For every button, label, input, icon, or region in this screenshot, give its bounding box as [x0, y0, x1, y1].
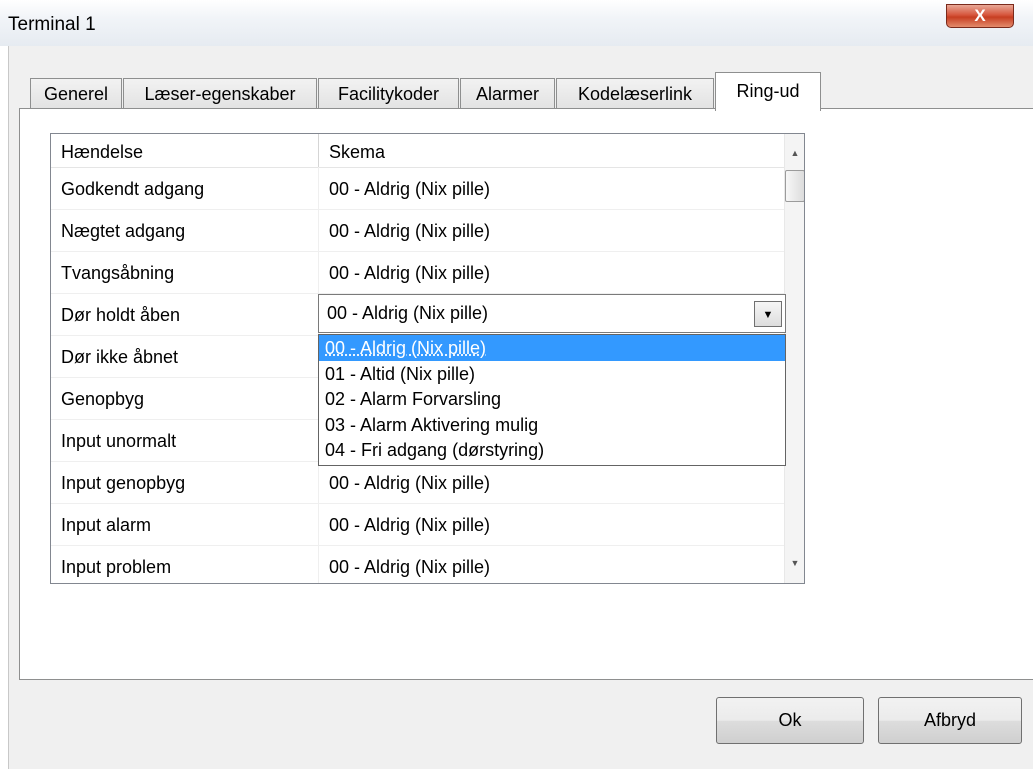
event-cell: Dør ikke åbnet	[51, 335, 319, 377]
table-row[interactable]: Tvangsåbning 00 - Aldrig (Nix pille)	[51, 251, 784, 294]
event-cell: Input genopbyg	[51, 461, 319, 503]
tab-label: Kodelæserlink	[577, 84, 693, 104]
dropdown-option[interactable]: 02 - Alarm Forvarsling	[319, 386, 785, 412]
tab-kodelaeserlink[interactable]: Kodelæserlink	[556, 78, 714, 108]
schedule-cell[interactable]: 00 - Aldrig (Nix pille)	[319, 251, 784, 293]
table-row[interactable]: Godkendt adgang 00 - Aldrig (Nix pille)	[51, 167, 784, 210]
schedule-cell[interactable]: 00 - Aldrig (Nix pille)	[319, 209, 784, 251]
table-row[interactable]: Nægtet adgang 00 - Aldrig (Nix pille)	[51, 209, 784, 252]
dropdown-option[interactable]: 03 - Alarm Aktivering mulig	[319, 412, 785, 438]
tab-laeser-egenskaber[interactable]: Læser-egenskaber	[123, 78, 317, 108]
tab-label: Facilitykoder	[337, 84, 440, 104]
cancel-button[interactable]: Afbryd	[878, 697, 1022, 744]
event-cell: Tvangsåbning	[51, 251, 319, 293]
tab-label: Generel	[43, 84, 109, 104]
close-icon: X	[974, 6, 986, 25]
combobox-value: 00 - Aldrig (Nix pille)	[327, 303, 489, 323]
column-header-schedule[interactable]: Skema	[319, 134, 784, 167]
scroll-down-icon[interactable]: ▼	[785, 552, 804, 574]
dropdown-option[interactable]: 01 - Altid (Nix pille)	[319, 361, 785, 387]
window-left-border	[0, 46, 9, 769]
tab-generel[interactable]: Generel	[30, 78, 122, 108]
dropdown-option[interactable]: 00 - Aldrig (Nix pille)	[319, 335, 785, 361]
schedule-cell[interactable]: 00 - Aldrig (Nix pille)	[319, 545, 784, 583]
event-cell: Nægtet adgang	[51, 209, 319, 251]
event-cell: Input unormalt	[51, 419, 319, 461]
table-row[interactable]: Input alarm 00 - Aldrig (Nix pille)	[51, 503, 784, 546]
schedule-cell[interactable]: 00 - Aldrig (Nix pille)	[319, 503, 784, 545]
table-row[interactable]: Input genopbyg 00 - Aldrig (Nix pille)	[51, 461, 784, 504]
ok-button[interactable]: Ok	[716, 697, 864, 744]
grid-header: Hændelse Skema	[51, 134, 784, 168]
schedule-cell[interactable]: 00 - Aldrig (Nix pille)	[319, 167, 784, 209]
tab-label: Alarmer	[475, 84, 539, 104]
tab-ring-ud[interactable]: Ring-ud	[715, 72, 821, 111]
schedule-cell[interactable]: 00 - Aldrig (Nix pille)	[319, 461, 784, 503]
scrollbar-thumb[interactable]	[785, 170, 804, 202]
tab-label: Læser-egenskaber	[144, 84, 296, 104]
event-cell: Godkendt adgang	[51, 167, 319, 209]
event-cell: Input problem	[51, 545, 319, 583]
scroll-up-icon[interactable]: ▲	[785, 142, 804, 164]
schedule-dropdown-list: 00 - Aldrig (Nix pille) 01 - Altid (Nix …	[318, 334, 786, 466]
event-cell: Input alarm	[51, 503, 319, 545]
tab-facilitykoder[interactable]: Facilitykoder	[318, 78, 459, 108]
window-title: Terminal 1	[8, 14, 96, 35]
tab-alarmer[interactable]: Alarmer	[460, 78, 555, 108]
schedule-combobox[interactable]: 00 - Aldrig (Nix pille) ▼	[318, 294, 786, 333]
event-cell: Dør holdt åben	[51, 293, 319, 335]
event-cell: Genopbyg	[51, 377, 319, 419]
dropdown-button[interactable]: ▼	[754, 301, 782, 327]
table-row[interactable]: Input problem 00 - Aldrig (Nix pille)	[51, 545, 784, 583]
dropdown-option[interactable]: 04 - Fri adgang (dørstyring)	[319, 437, 785, 463]
chevron-down-icon: ▼	[762, 309, 774, 321]
close-button[interactable]: X	[946, 4, 1014, 28]
title-bar: Terminal 1 X	[0, 0, 1033, 46]
vertical-scrollbar[interactable]: ▲ ▼	[784, 134, 804, 583]
column-header-event[interactable]: Hændelse	[51, 134, 319, 167]
tab-label: Ring-ud	[736, 81, 800, 101]
